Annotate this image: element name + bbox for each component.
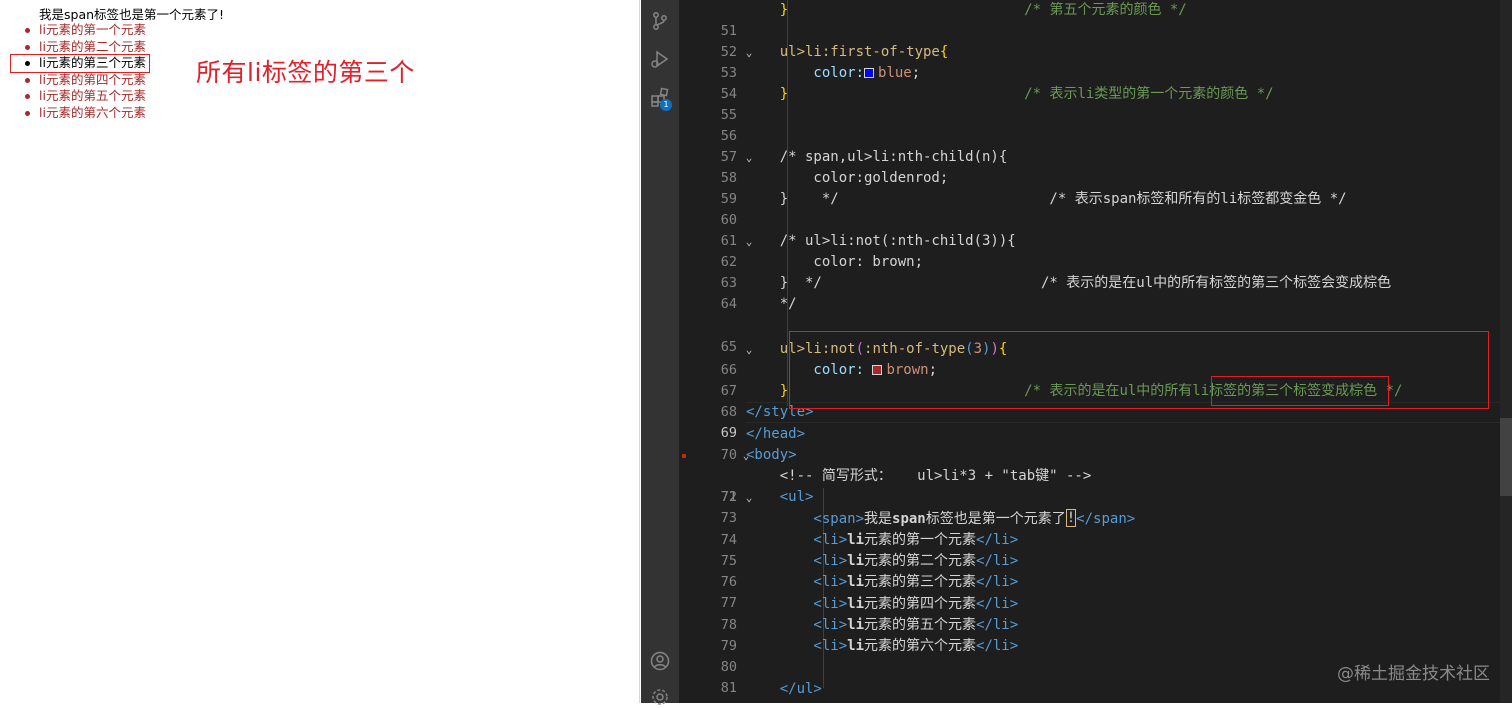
color-swatch-icon[interactable] (864, 68, 875, 78)
code-line: 64 } */ /* 表示的是在ul中的所有标签的第三个标签会变成棕色 (720, 275, 1392, 312)
code-line: 52 (720, 44, 737, 60)
activity-bar: 1 (641, 0, 679, 705)
code-line: 61 (720, 233, 737, 249)
code-line: 80 <li>li元素的第六个元素</li> (720, 638, 1019, 675)
run-debug-icon[interactable] (649, 48, 671, 70)
list-item: li元素的第二个元素 (0, 39, 146, 56)
browser-preview: 我是span标签也是第一个元素了! li元素的第一个元素 li元素的第二个元素 … (0, 0, 640, 703)
list-item: li元素的第四个元素 (0, 72, 146, 89)
code-line: 79 <li>li元素的第五个元素</li> (720, 617, 1019, 654)
list-item: li元素的第一个元素 (0, 22, 146, 39)
source-control-icon[interactable] (649, 10, 671, 32)
highlight-box (10, 54, 150, 73)
code-line: 55 } /* 表示li类型的第一个元素的颜色 */ (720, 86, 1274, 123)
code-line: 76 <li>li元素的第二个元素</li> (720, 553, 1019, 590)
code-line: 54 color: blue; (720, 65, 921, 102)
code-line: 70 </head> (720, 426, 806, 463)
code-line: 60 } */ /* 表示span标签和所有的li标签都变金色 */ (720, 191, 1347, 228)
code-line: 63 color: brown; (720, 254, 924, 291)
code-line: */ (746, 296, 797, 312)
code-line: 56 (720, 128, 737, 144)
code-line: 72 <!-- 简写形式： ul>li*3 + "tab键" --> (720, 468, 1092, 505)
code-line: 51 } /* 第五个元素的颜色 */ (720, 2, 1187, 39)
code-line: 74 <span>我是span标签也是第一个元素了!</span> (720, 509, 1136, 548)
code-line: 57 (720, 149, 737, 165)
code-line: 75 <li>li元素的第一个元素</li> (720, 532, 1019, 569)
code-editor: 1 51 } /* 第五个元素的颜色 */ 52 53 ⌄ ul>li:firs… (641, 0, 1512, 705)
account-icon[interactable] (649, 650, 671, 672)
preview-span-text: 我是span标签也是第一个元素了! (39, 7, 225, 22)
annotation-text: 所有li标签的第三个 (196, 58, 415, 87)
code-line: 78 <li>li元素的第四个元素</li> (720, 596, 1019, 633)
list-item: li元素的第六个元素 (0, 105, 146, 122)
code-line: 71 ⌄ <body> (679, 445, 1512, 505)
code-line: 59 color:goldenrod; (720, 170, 949, 207)
breakpoint-icon[interactable] (682, 454, 686, 458)
highlight-box (1211, 376, 1389, 406)
code-area[interactable]: 51 } /* 第五个元素的颜色 */ 52 53 ⌄ ul>li:first-o… (679, 0, 1512, 703)
settings-gear-icon[interactable] (649, 686, 671, 708)
vertical-scrollbar[interactable] (1500, 0, 1512, 703)
code-line: 77 <li>li元素的第三个元素</li> (720, 574, 1019, 611)
code-line: 58 ⌄ /* span,ul>li:nth-child(n){ (720, 149, 1008, 186)
code-line: 53 ⌄ ul>li:first-of-type{ (720, 44, 949, 81)
code-line: 73 ⌄ <ul> (720, 489, 814, 526)
code-line: 62 ⌄ /* ul>li:not(:nth-child(3)){ (720, 233, 1016, 270)
scrollbar-thumb[interactable] (1500, 418, 1512, 496)
watermark: @稀土掘金技术社区 (1337, 664, 1490, 684)
list-item: li元素的第五个元素 (0, 88, 146, 105)
extensions-badge: 1 (660, 99, 672, 111)
